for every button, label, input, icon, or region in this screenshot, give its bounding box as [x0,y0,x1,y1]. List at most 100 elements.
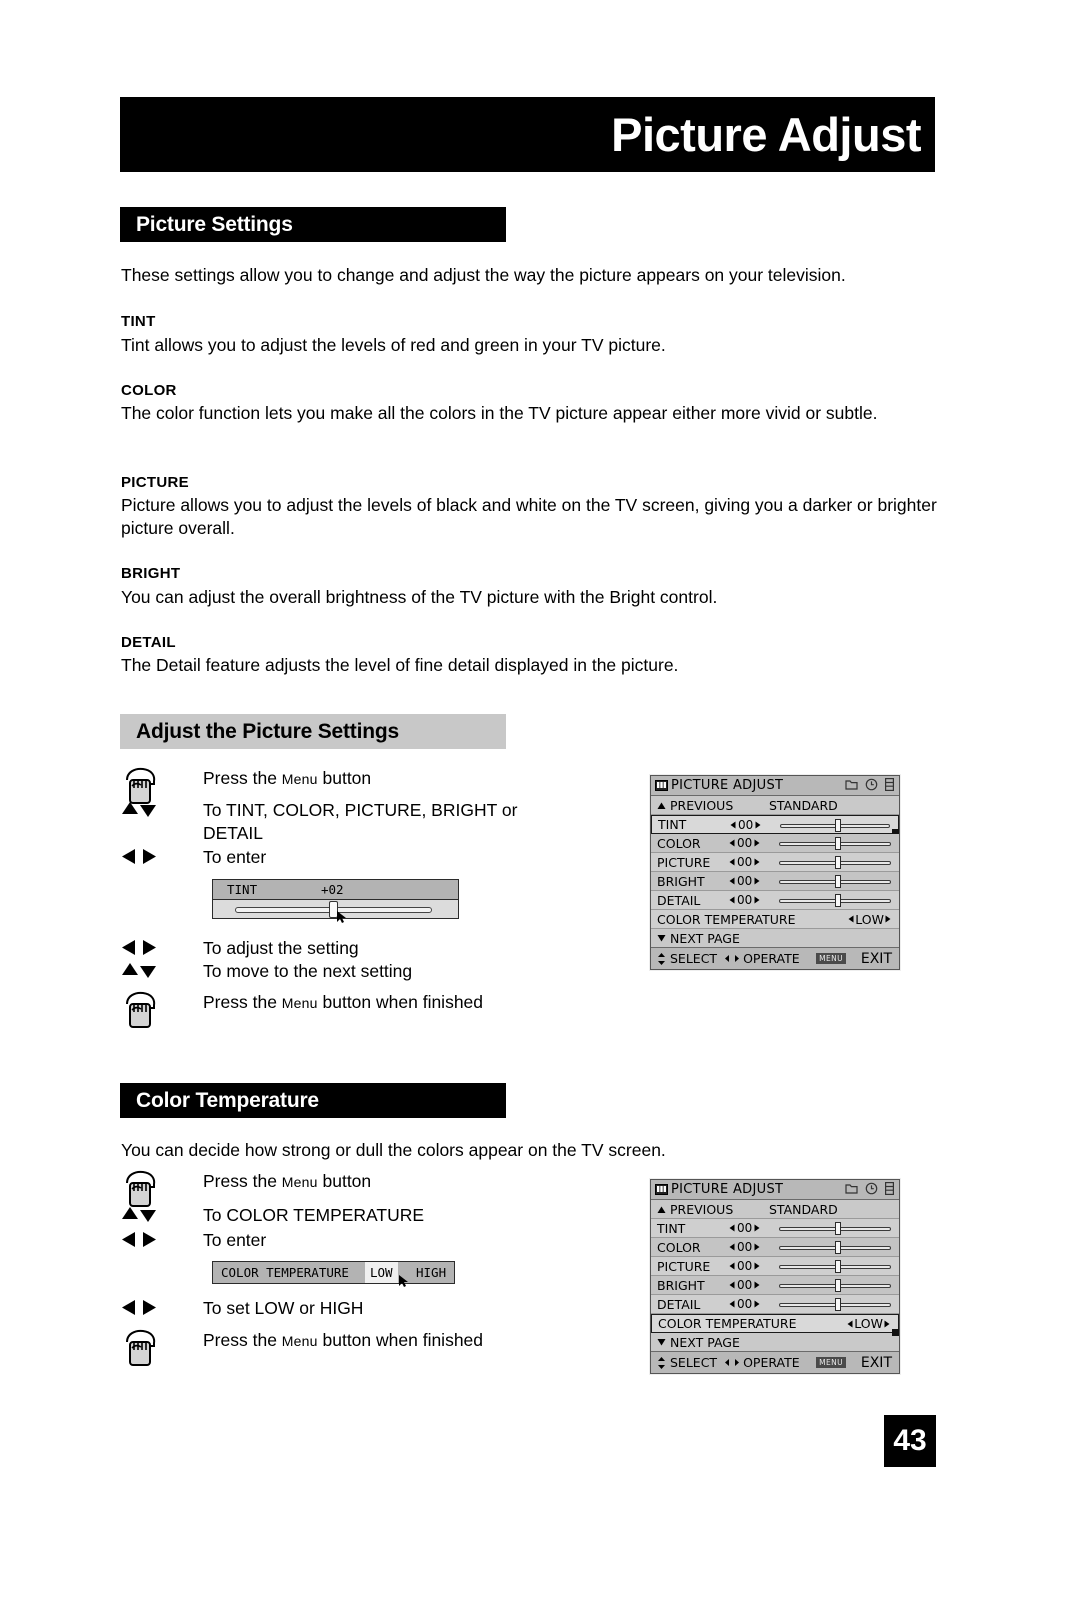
left-caret-icon[interactable] [729,1281,735,1289]
right-caret-icon[interactable] [754,1281,760,1289]
osd-row-value[interactable]: 00 [729,855,777,869]
right-caret-icon[interactable] [754,1224,760,1232]
osd-row-bright[interactable]: BRIGHT 00 [651,872,899,891]
left-caret-icon[interactable] [729,1300,735,1308]
osd-row-slider[interactable] [778,816,898,833]
osd-row-label: TINT [657,1220,686,1236]
osd-row-value[interactable]: 00 [729,893,777,907]
ct-option-high[interactable]: HIGH [416,1265,446,1280]
osd-row-tint[interactable]: TINT 00 [651,1219,899,1238]
step-next-setting: To move to the next setting [121,959,412,983]
right-caret-icon[interactable] [885,915,891,923]
step-text: To adjust the setting [203,938,359,958]
step-text-pre: Press the [203,1171,282,1191]
left-caret-icon[interactable] [729,1243,735,1251]
term-detail: DETAIL [121,634,176,651]
left-right-arrows-icon [121,1228,157,1248]
osd-title-text: PICTURE ADJUST [671,778,784,793]
desc-bright: You can adjust the overall brightness of… [121,587,718,607]
osd-row-slider[interactable] [777,834,899,852]
step-press-menu-finish: Press the Menu button when finished [121,990,483,1030]
left-right-arrows-icon [121,1296,157,1316]
tint-popup-slider[interactable] [213,900,458,923]
osd-row-value[interactable]: 00 [729,1240,777,1254]
osd-row-value[interactable]: 00 [729,1278,777,1292]
osd-row-label: BRIGHT [657,873,705,889]
page-number: 43 [884,1415,936,1467]
osd-row-slider[interactable] [777,1257,899,1275]
osd-next-page-label: NEXT PAGE [670,930,740,946]
osd-row-slider[interactable] [777,872,899,890]
osd-row-slider[interactable] [777,1276,899,1294]
osd-row-value[interactable]: 00 [729,874,777,888]
left-caret-icon[interactable] [729,896,735,904]
osd-select-label: SELECT [670,951,718,966]
osd-row-bright[interactable]: BRIGHT 00 [651,1276,899,1295]
osd-row-color-temperature[interactable]: COLOR TEMPERATURE LOW [651,910,899,929]
right-caret-icon[interactable] [754,839,760,847]
osd-row-color-temperature[interactable]: COLOR TEMPERATURE LOW [651,1314,899,1336]
osd-row-slider[interactable] [777,1219,899,1237]
osd-menu-chip: MENU [816,953,846,964]
osd-row-slider[interactable] [777,891,899,909]
osd-next-page-row[interactable]: NEXT PAGE [651,929,899,948]
osd-next-page-row[interactable]: NEXT PAGE [651,1333,899,1352]
osd-row-tint[interactable]: TINT 00 [651,815,899,836]
step-text: To TINT, COLOR, PICTURE, BRIGHT or DETAI… [203,800,518,843]
osd-row-value[interactable]: 00 [729,1221,777,1235]
right-caret-icon[interactable] [884,1320,890,1328]
osd-row-color[interactable]: COLOR 00 [651,1238,899,1257]
step-text: Press the Menu button when finished [203,1328,483,1353]
right-caret-icon[interactable] [754,1243,760,1251]
osd-row-value[interactable]: LOW [848,912,891,927]
term-color: COLOR [121,382,177,399]
left-caret-icon[interactable] [729,858,735,866]
term-picture: PICTURE [121,474,189,491]
step-text: To enter [203,1230,267,1250]
osd-previous-row[interactable]: PREVIOUS STANDARD [651,796,899,815]
right-caret-icon[interactable] [755,821,761,829]
step-text-post: button when finished [317,1330,484,1350]
step-text: Press the Menu button [203,1169,371,1194]
term-tint: TINT [121,313,156,330]
osd-row-label: COLOR TEMPERATURE [658,1316,797,1331]
left-caret-icon[interactable] [729,1224,735,1232]
osd-row-slider[interactable] [777,1238,899,1256]
right-caret-icon[interactable] [754,896,760,904]
left-caret-icon[interactable] [729,877,735,885]
up-down-arrows-icon [121,798,157,818]
osd-row-slider[interactable] [777,1295,899,1313]
step-text: Press the Menu button [203,766,371,791]
left-caret-icon[interactable] [729,839,735,847]
left-caret-icon[interactable] [730,821,736,829]
osd-previous-row[interactable]: PREVIOUS STANDARD [651,1200,899,1219]
right-caret-icon[interactable] [754,858,760,866]
osd-picture-adjust-menu-2[interactable]: PICTURE ADJUST PREVIOUS STANDARD TINT 00… [650,1179,900,1374]
left-caret-icon[interactable] [729,1262,735,1270]
left-caret-icon[interactable] [848,915,854,923]
osd-row-value[interactable]: 00 [729,1297,777,1311]
osd-row-label: COLOR TEMPERATURE [657,911,796,927]
osd-row-label: TINT [658,817,687,832]
osd-row-detail[interactable]: DETAIL 00 [651,891,899,910]
osd-row-label: COLOR [657,1239,701,1255]
osd-row-value[interactable]: 00 [730,818,778,832]
osd-row-value[interactable]: LOW [847,1316,890,1331]
tint-adjust-popup[interactable]: TINT +02 [212,879,459,923]
osd-row-color[interactable]: COLOR 00 [651,834,899,853]
right-caret-icon[interactable] [754,877,760,885]
ct-option-low[interactable]: LOW [365,1262,398,1283]
osd-row-slider[interactable] [777,853,899,871]
step-text-post: button [317,1171,372,1191]
osd-row-picture[interactable]: PICTURE 00 [651,853,899,872]
osd-row-detail[interactable]: DETAIL 00 [651,1295,899,1314]
right-caret-icon[interactable] [754,1300,760,1308]
color-temperature-popup[interactable]: COLOR TEMPERATURE LOW HIGH [212,1261,455,1287]
osd-row-picture[interactable]: PICTURE 00 [651,1257,899,1276]
right-caret-icon[interactable] [754,1262,760,1270]
osd-row-value[interactable]: 00 [729,836,777,850]
osd-row-value[interactable]: 00 [729,1259,777,1273]
osd-picture-adjust-menu-1[interactable]: PICTURE ADJUST PREVIOUS STANDARD TINT 00… [650,775,900,970]
left-caret-icon[interactable] [847,1320,853,1328]
step-text-post: button when finished [317,992,484,1012]
